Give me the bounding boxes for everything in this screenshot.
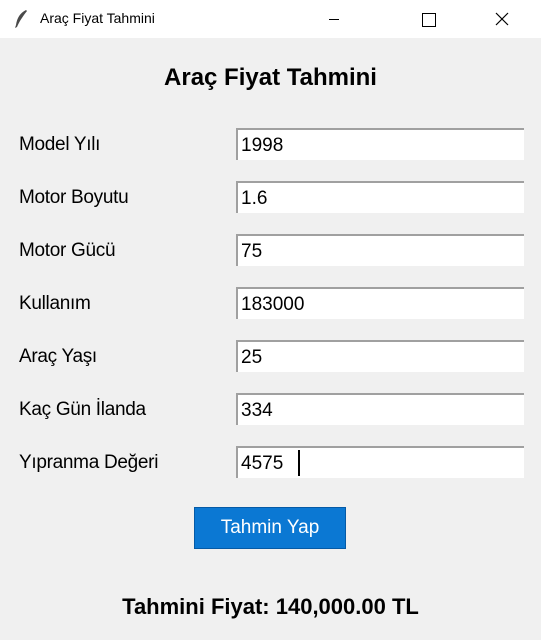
predicted-price-text: Tahmini Fiyat: 140,000.00 TL (122, 594, 419, 619)
title-bar[interactable]: Araç Fiyat Tahmini (0, 0, 541, 38)
vehicle-age-input[interactable] (236, 340, 524, 372)
wear-value-input[interactable] (236, 446, 524, 478)
predict-button[interactable]: Tahmin Yap (194, 507, 346, 549)
model-year-input[interactable] (236, 128, 524, 160)
days-listed-input[interactable] (236, 393, 524, 425)
app-window: Araç Fiyat Tahmini Araç Fiyat Tahmini Mo… (0, 0, 541, 640)
model-year-label: Model Yılı (19, 134, 101, 155)
window-title: Araç Fiyat Tahmini (40, 10, 155, 26)
close-icon (495, 12, 509, 26)
engine-size-label: Motor Boyutu (19, 187, 129, 208)
vehicle-age-label: Araç Yaşı (19, 346, 97, 367)
wear-value-label: Yıpranma Değeri (19, 452, 159, 473)
engine-power-input[interactable] (236, 234, 524, 266)
mileage-input[interactable] (236, 287, 524, 319)
page-title: Araç Fiyat Tahmini (164, 64, 377, 91)
engine-power-label: Motor Gücü (19, 240, 116, 261)
mileage-label: Kullanım (19, 293, 91, 314)
days-listed-label: Kaç Gün İlanda (19, 399, 146, 420)
feather-icon (14, 10, 28, 28)
minimize-button[interactable] (311, 0, 357, 38)
close-button[interactable] (479, 0, 525, 38)
engine-size-input[interactable] (236, 181, 524, 213)
text-cursor (298, 450, 300, 476)
minimize-icon (329, 19, 339, 20)
maximize-icon (422, 13, 436, 27)
maximize-button[interactable] (405, 0, 451, 38)
